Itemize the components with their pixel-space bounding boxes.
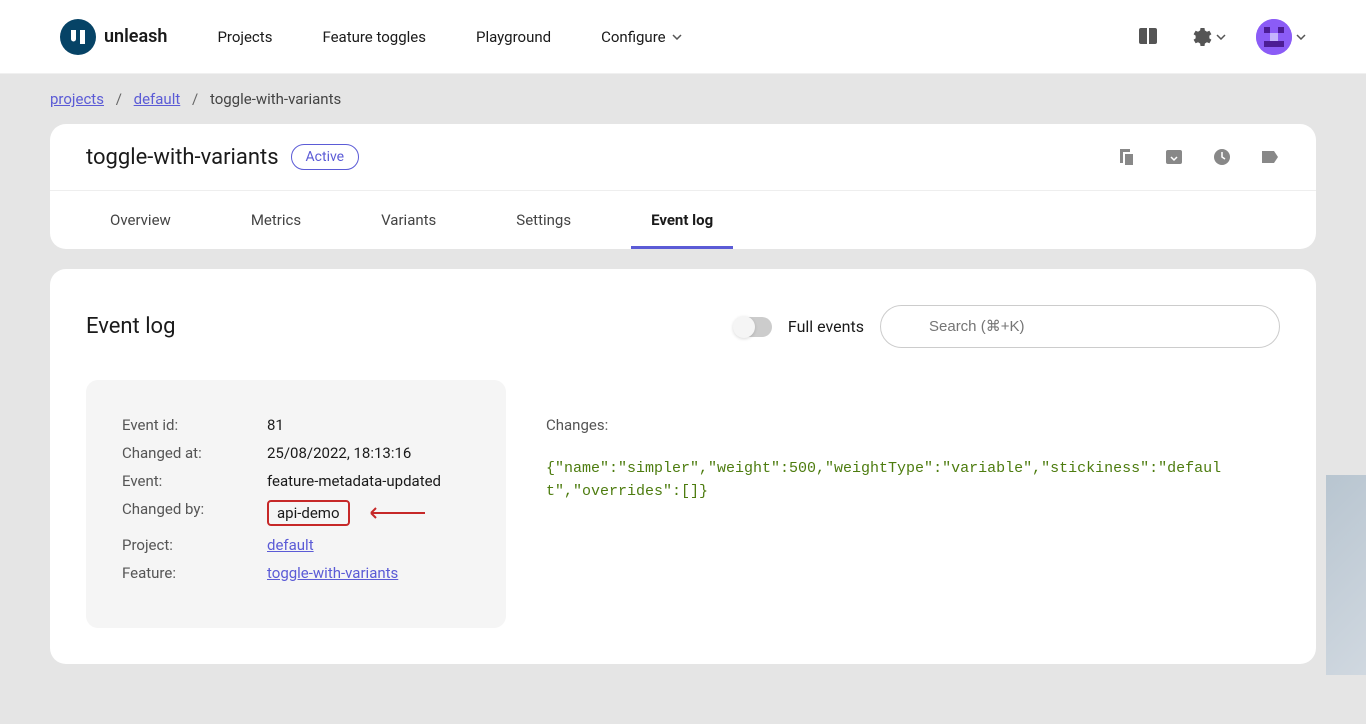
topbar: unleash Projects Feature toggles Playgro… xyxy=(0,0,1366,74)
project-link[interactable]: default xyxy=(267,536,314,554)
event-id-label: Event id: xyxy=(122,416,267,434)
event-changes: Changes: {"name":"simpler","weight":500,… xyxy=(506,380,1280,628)
nav-playground[interactable]: Playground xyxy=(476,28,551,46)
gear-icon xyxy=(1190,26,1212,48)
event-meta: Event id: 81 Changed at: 25/08/2022, 18:… xyxy=(86,380,506,628)
nav-feature-toggles[interactable]: Feature toggles xyxy=(322,28,426,46)
status-badge: Active xyxy=(291,144,360,170)
changed-by-label: Changed by: xyxy=(122,500,267,526)
changed-at-label: Changed at: xyxy=(122,444,267,462)
breadcrumb-current: toggle-with-variants xyxy=(210,90,341,108)
search-input[interactable] xyxy=(880,305,1280,348)
feature-title: toggle-with-variants xyxy=(86,145,279,170)
nav-configure[interactable]: Configure xyxy=(601,28,682,46)
chevron-down-icon xyxy=(1296,34,1306,40)
arrow-annotation xyxy=(365,505,425,523)
docs-icon[interactable] xyxy=(1138,28,1160,46)
main-nav: Projects Feature toggles Playground Conf… xyxy=(217,28,1138,46)
eventlog-header: Event log Full events xyxy=(86,305,1280,348)
eventlog-card: Event log Full events Event id: 81 Chang… xyxy=(50,269,1316,664)
event-type-label: Event: xyxy=(122,472,267,490)
logo-icon xyxy=(60,19,96,55)
event-type-value: feature-metadata-updated xyxy=(267,472,441,490)
nav-projects[interactable]: Projects xyxy=(217,28,272,46)
event-row: Event id: 81 Changed at: 25/08/2022, 18:… xyxy=(86,380,1280,628)
clock-icon[interactable] xyxy=(1212,147,1232,167)
changed-by-value: api-demo xyxy=(267,500,350,526)
chevron-down-icon xyxy=(672,34,682,40)
user-menu[interactable] xyxy=(1256,19,1306,55)
project-label: Project: xyxy=(122,536,267,554)
feature-label: Feature: xyxy=(122,564,267,582)
settings-menu[interactable] xyxy=(1190,26,1226,48)
tab-overview[interactable]: Overview xyxy=(70,191,211,249)
tab-variants[interactable]: Variants xyxy=(341,191,476,249)
feature-tabs: Overview Metrics Variants Settings Event… xyxy=(50,190,1316,249)
copy-icon[interactable] xyxy=(1116,147,1136,167)
event-id-value: 81 xyxy=(267,416,284,434)
full-events-toggle[interactable] xyxy=(734,317,772,337)
main-content: toggle-with-variants Active Overview xyxy=(0,124,1366,724)
feature-header: toggle-with-variants Active xyxy=(50,124,1316,190)
avatar xyxy=(1256,19,1292,55)
brand-name: unleash xyxy=(104,26,167,47)
topbar-actions xyxy=(1138,19,1306,55)
section-title: Event log xyxy=(86,314,175,339)
feature-actions xyxy=(1116,147,1280,167)
breadcrumb-projects[interactable]: projects xyxy=(50,90,104,108)
archive-icon[interactable] xyxy=(1164,147,1184,167)
breadcrumb: projects / default / toggle-with-variant… xyxy=(0,74,1366,124)
tab-settings[interactable]: Settings xyxy=(476,191,611,249)
tab-event-log[interactable]: Event log xyxy=(611,191,753,249)
feature-link[interactable]: toggle-with-variants xyxy=(267,564,398,582)
tag-icon[interactable] xyxy=(1260,147,1280,167)
feature-card: toggle-with-variants Active Overview xyxy=(50,124,1316,249)
changes-label: Changes: xyxy=(546,416,1240,434)
breadcrumb-default[interactable]: default xyxy=(134,90,181,108)
changed-at-value: 25/08/2022, 18:13:16 xyxy=(267,444,411,462)
logo[interactable]: unleash xyxy=(60,19,167,55)
tab-metrics[interactable]: Metrics xyxy=(211,191,341,249)
full-events-label: Full events xyxy=(788,317,864,336)
chevron-down-icon xyxy=(1216,34,1226,40)
changes-json: {"name":"simpler","weight":500,"weightTy… xyxy=(546,458,1240,503)
